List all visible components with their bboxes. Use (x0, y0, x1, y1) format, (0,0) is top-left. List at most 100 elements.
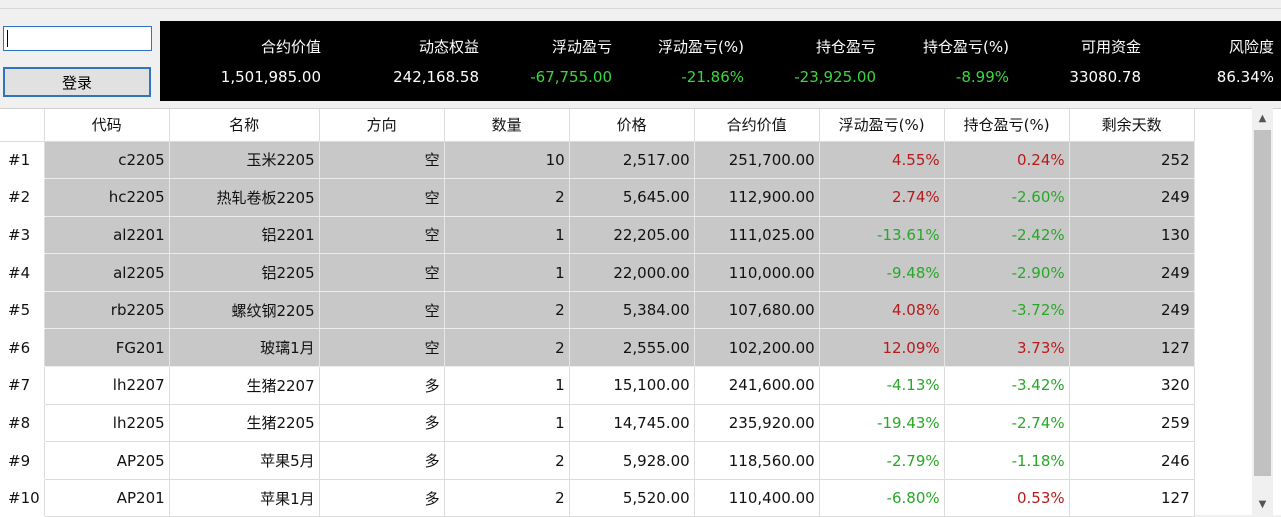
quantity-cell[interactable]: 2 (444, 178, 570, 217)
position-pnl-pct-cell[interactable]: -2.74% (944, 404, 1070, 443)
contract-value-cell[interactable]: 235,920.00 (694, 404, 820, 443)
table-row[interactable]: #3 al2201 铝2201 空 1 22,205.00 111,025.00 -13.61… (0, 216, 1195, 255)
position-pnl-pct-cell[interactable]: 0.53% (944, 479, 1070, 517)
direction-cell[interactable]: 空 (319, 253, 445, 292)
table-row[interactable]: #1 c2205 玉米2205 空 10 2,517.00 251,700.00 4.55% 0… (0, 141, 1195, 180)
column-header[interactable]: 名称 (169, 109, 320, 142)
direction-cell[interactable]: 空 (319, 291, 445, 330)
code-cell[interactable]: al2205 (44, 253, 170, 292)
code-cell[interactable]: AP201 (44, 479, 170, 517)
contract-value-cell[interactable]: 107,680.00 (694, 291, 820, 330)
contract-value-cell[interactable]: 102,200.00 (694, 328, 820, 368)
name-cell[interactable]: 苹果1月 (169, 479, 320, 517)
position-pnl-pct-cell[interactable]: -1.18% (944, 441, 1070, 480)
days-remaining-cell[interactable]: 127 (1069, 328, 1195, 368)
contract-value-cell[interactable]: 111,025.00 (694, 216, 820, 255)
price-cell[interactable]: 5,645.00 (569, 178, 695, 217)
price-cell[interactable]: 2,517.00 (569, 141, 695, 180)
account-input[interactable] (3, 26, 152, 51)
column-header[interactable]: 浮动盈亏(%) (819, 109, 945, 142)
name-cell[interactable]: 铝2205 (169, 253, 320, 292)
table-row[interactable]: #7 lh2207 生猪2207 多 1 15,100.00 241,600.00 -4.13… (0, 366, 1195, 405)
direction-cell[interactable]: 多 (319, 404, 445, 443)
code-cell[interactable]: lh2205 (44, 404, 170, 443)
floating-pnl-pct-cell[interactable]: -4.13% (819, 366, 945, 405)
table-row[interactable]: #8 lh2205 生猪2205 多 1 14,745.00 235,920.00 -19.4… (0, 404, 1195, 443)
quantity-cell[interactable]: 2 (444, 328, 570, 368)
days-remaining-cell[interactable]: 320 (1069, 366, 1195, 405)
column-header[interactable]: 持仓盈亏(%) (944, 109, 1070, 142)
direction-cell[interactable]: 空 (319, 328, 445, 368)
column-header[interactable]: 合约价值 (694, 109, 820, 142)
column-header[interactable]: 代码 (44, 109, 170, 142)
table-row[interactable]: #9 AP205 苹果5月多 2 5,928.00 118,560.00 -2.79% -1.… (0, 441, 1195, 480)
table-row[interactable]: #5 rb2205 螺纹钢2205 空 2 5,384.00 107,680.00 4.08%… (0, 291, 1195, 330)
contract-value-cell[interactable]: 241,600.00 (694, 366, 820, 405)
quantity-cell[interactable]: 1 (444, 253, 570, 292)
code-cell[interactable]: lh2207 (44, 366, 170, 405)
contract-value-cell[interactable]: 118,560.00 (694, 441, 820, 480)
code-cell[interactable]: c2205 (44, 141, 170, 180)
floating-pnl-pct-cell[interactable]: -2.79% (819, 441, 945, 480)
column-header[interactable]: 方向 (319, 109, 445, 142)
quantity-cell[interactable]: 10 (444, 141, 570, 180)
scroll-down-arrow-icon[interactable]: ▼ (1252, 496, 1273, 513)
code-cell[interactable]: AP205 (44, 441, 170, 480)
floating-pnl-pct-cell[interactable]: 2.74% (819, 178, 945, 217)
days-remaining-cell[interactable]: 252 (1069, 141, 1195, 180)
direction-cell[interactable]: 空 (319, 141, 445, 180)
name-cell[interactable]: 苹果5月 (169, 441, 320, 480)
code-cell[interactable]: rb2205 (44, 291, 170, 330)
days-remaining-cell[interactable]: 249 (1069, 291, 1195, 330)
contract-value-cell[interactable]: 110,000.00 (694, 253, 820, 292)
price-cell[interactable]: 5,928.00 (569, 441, 695, 480)
direction-cell[interactable]: 多 (319, 366, 445, 405)
direction-cell[interactable]: 空 (319, 178, 445, 217)
price-cell[interactable]: 2,555.00 (569, 328, 695, 368)
scroll-thumb[interactable] (1254, 130, 1271, 476)
name-cell[interactable]: 螺纹钢2205 (169, 291, 320, 330)
table-row[interactable]: #4 al2205 铝2205 空 1 22,000.00 110,000.00 -9.48%… (0, 253, 1195, 292)
days-remaining-cell[interactable]: 246 (1069, 441, 1195, 480)
column-header[interactable]: 价格 (569, 109, 695, 142)
contract-value-cell[interactable]: 112,900.00 (694, 178, 820, 217)
table-row[interactable]: #6 FG201 玻璃1月空 2 2,555.00 102,200.00 12.09% 3.7… (0, 328, 1195, 368)
quantity-cell[interactable]: 2 (444, 291, 570, 330)
position-pnl-pct-cell[interactable]: -3.72% (944, 291, 1070, 330)
code-cell[interactable]: al2201 (44, 216, 170, 255)
quantity-cell[interactable]: 1 (444, 216, 570, 255)
position-pnl-pct-cell[interactable]: -2.42% (944, 216, 1070, 255)
floating-pnl-pct-cell[interactable]: -19.43% (819, 404, 945, 443)
column-header[interactable]: 数量 (444, 109, 570, 142)
floating-pnl-pct-cell[interactable]: 12.09% (819, 328, 945, 368)
table-row[interactable]: #2 hc2205 热轧卷板2205 空 2 5,645.00 112,900.00 2.74… (0, 178, 1195, 217)
contract-value-cell[interactable]: 110,400.00 (694, 479, 820, 517)
price-cell[interactable]: 22,000.00 (569, 253, 695, 292)
position-pnl-pct-cell[interactable]: 0.24% (944, 141, 1070, 180)
name-cell[interactable]: 玉米2205 (169, 141, 320, 180)
floating-pnl-pct-cell[interactable]: -9.48% (819, 253, 945, 292)
floating-pnl-pct-cell[interactable]: 4.55% (819, 141, 945, 180)
quantity-cell[interactable]: 1 (444, 366, 570, 405)
quantity-cell[interactable]: 1 (444, 404, 570, 443)
scroll-up-arrow-icon[interactable]: ▲ (1252, 110, 1273, 127)
days-remaining-cell[interactable]: 249 (1069, 178, 1195, 217)
days-remaining-cell[interactable]: 130 (1069, 216, 1195, 255)
price-cell[interactable]: 14,745.00 (569, 404, 695, 443)
direction-cell[interactable]: 多 (319, 479, 445, 517)
vertical-scrollbar[interactable]: ▲ ▼ (1252, 108, 1273, 515)
direction-cell[interactable]: 空 (319, 216, 445, 255)
position-pnl-pct-cell[interactable]: -2.90% (944, 253, 1070, 292)
name-cell[interactable]: 热轧卷板2205 (169, 178, 320, 217)
position-pnl-pct-cell[interactable]: -2.60% (944, 178, 1070, 217)
name-cell[interactable]: 铝2201 (169, 216, 320, 255)
contract-value-cell[interactable]: 251,700.00 (694, 141, 820, 180)
position-pnl-pct-cell[interactable]: -3.42% (944, 366, 1070, 405)
floating-pnl-pct-cell[interactable]: 4.08% (819, 291, 945, 330)
direction-cell[interactable]: 多 (319, 441, 445, 480)
name-cell[interactable]: 生猪2205 (169, 404, 320, 443)
price-cell[interactable]: 5,384.00 (569, 291, 695, 330)
days-remaining-cell[interactable]: 127 (1069, 479, 1195, 517)
floating-pnl-pct-cell[interactable]: -13.61% (819, 216, 945, 255)
name-cell[interactable]: 玻璃1月 (169, 328, 320, 368)
